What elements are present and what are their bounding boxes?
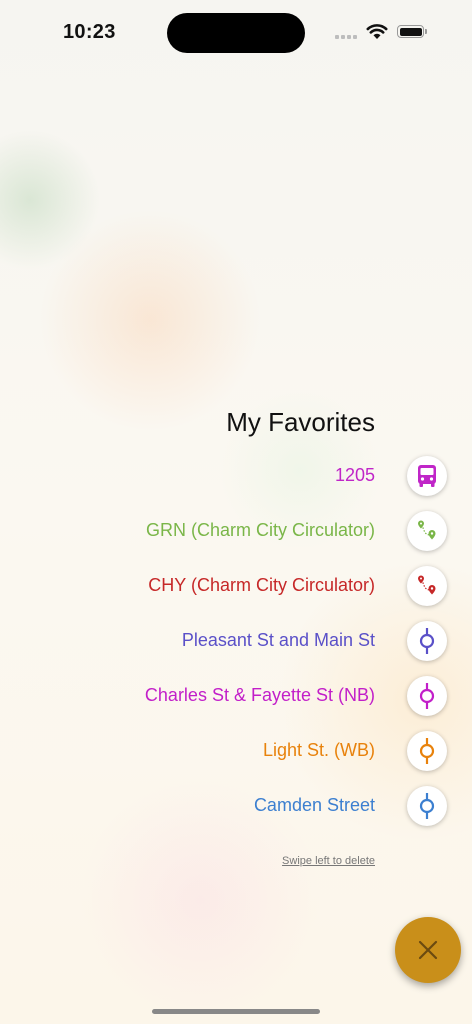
route-icon xyxy=(418,520,436,540)
favorite-label: Charles St & Fayette St (NB) xyxy=(144,685,375,705)
favorite-route-button[interactable] xyxy=(407,511,447,551)
favorites-title: My Favorites xyxy=(226,407,375,437)
favorite-row-1205[interactable]: 1205 xyxy=(0,452,472,500)
favorite-stop-button[interactable] xyxy=(407,621,447,661)
favorite-label: 1205 xyxy=(334,465,375,485)
status-time: 10:23 xyxy=(63,21,116,43)
favorite-row-chy[interactable]: CHY (Charm City Circulator) xyxy=(0,562,472,610)
favorite-label: Camden Street xyxy=(253,795,375,815)
favorite-row-grn[interactable]: GRN (Charm City Circulator) xyxy=(0,507,472,555)
favorite-label: Pleasant St and Main St xyxy=(181,630,375,650)
dynamic-island xyxy=(167,13,305,53)
favorite-label: CHY (Charm City Circulator) xyxy=(148,575,375,595)
favorite-stop-button[interactable] xyxy=(407,786,447,826)
cellular-signal-icon xyxy=(335,35,357,39)
home-indicator xyxy=(152,1009,320,1014)
status-bar: 10:23 xyxy=(0,0,472,64)
favorite-label: GRN (Charm City Circulator) xyxy=(145,520,375,540)
close-icon xyxy=(418,940,438,960)
bus-icon xyxy=(418,465,436,487)
route-icon xyxy=(418,575,436,595)
battery-icon xyxy=(397,25,427,38)
stop-icon xyxy=(419,793,435,819)
favorite-row-camden-street[interactable]: Camden Street xyxy=(0,782,472,830)
stop-icon xyxy=(419,628,435,654)
swipe-hint: Swipe left to delete xyxy=(282,855,375,867)
favorite-bus-button[interactable] xyxy=(407,456,447,496)
close-button[interactable] xyxy=(395,917,461,983)
favorite-stop-button[interactable] xyxy=(407,676,447,716)
stop-icon xyxy=(419,738,435,764)
wifi-icon xyxy=(366,24,388,39)
favorite-label: Light St. (WB) xyxy=(262,740,375,760)
favorite-route-button[interactable] xyxy=(407,566,447,606)
favorite-row-charles-st[interactable]: Charles St & Fayette St (NB) xyxy=(0,672,472,720)
favorite-row-light-st[interactable]: Light St. (WB) xyxy=(0,727,472,775)
favorite-stop-button[interactable] xyxy=(407,731,447,771)
favorite-row-pleasant-st[interactable]: Pleasant St and Main St xyxy=(0,617,472,665)
stop-icon xyxy=(419,683,435,709)
